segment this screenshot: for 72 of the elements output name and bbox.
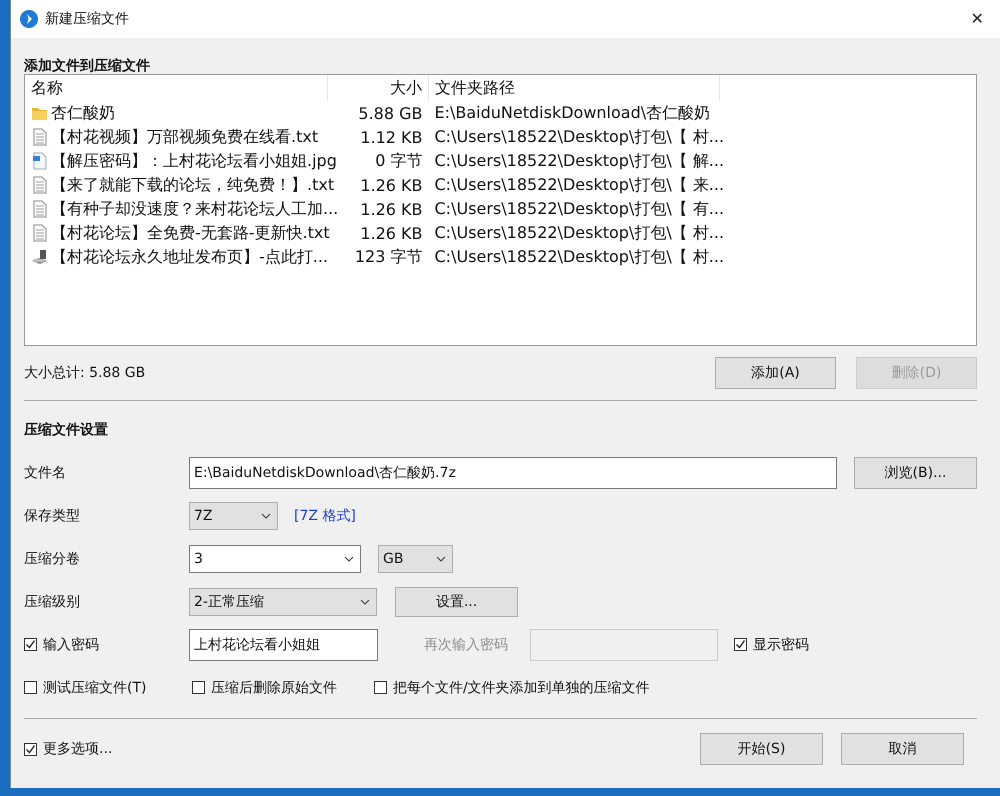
folder-path: C:\Users\18522\Desktop\打包\【 解... [434, 150, 724, 170]
checkbox-label[interactable]: 显示密码 [753, 636, 809, 654]
folder-path: C:\Users\18522\Desktop\打包\【 有... [434, 198, 724, 218]
settings-button[interactable]: 设置... [395, 586, 518, 616]
file-size: 1.12 KB [360, 128, 422, 146]
checkbox[interactable] [24, 681, 37, 694]
file-name[interactable]: 【来了就能下载的论坛，纯免费！】.txt [51, 174, 334, 196]
chevron-down-icon [360, 598, 370, 604]
filename-field[interactable]: E:\BaiduNetdiskDownload\杏仁酸奶.7z [189, 456, 837, 488]
file-name[interactable]: 【有种子却没速度？来村花论坛人工加... [51, 198, 338, 220]
checkbox[interactable] [734, 638, 747, 651]
checkbox-label[interactable]: 压缩后删除原始文件 [211, 678, 337, 696]
field-label: 保存类型 [24, 506, 81, 524]
check-icon [25, 744, 36, 754]
field-label: 压缩分卷 [24, 550, 81, 568]
document-icon [31, 128, 48, 146]
column-header[interactable]: 大小 [328, 75, 428, 101]
checkbox-label[interactable]: 更多选项... [43, 740, 112, 758]
checkbox-label[interactable]: 输入密码 [43, 636, 99, 654]
check-icon [735, 639, 746, 650]
folder-path: C:\Users\18522\Desktop\打包\【 村... [434, 246, 724, 266]
file-size: 1.26 KB [360, 200, 422, 218]
folder-path: C:\Users\18522\Desktop\打包\【 来... [434, 174, 724, 194]
close-button[interactable]: ✕ [954, 0, 1000, 38]
file-name[interactable]: 【村花论坛】全免费-无套路-更新快.txt [51, 222, 330, 244]
password-field[interactable]: 上村花论坛看小姐姐 [189, 628, 378, 660]
add-button[interactable]: 添加(A) [715, 357, 836, 389]
column-header[interactable]: 文件夹路径 [428, 75, 720, 101]
cancel-button[interactable]: 取消 [841, 733, 964, 765]
file-size: 5.88 GB [358, 104, 422, 122]
field-label: 压缩级别 [24, 592, 81, 610]
drive-icon [31, 248, 48, 266]
dropdown[interactable]: 7Z [189, 502, 278, 530]
file-name[interactable]: 【解压密码】：上村花论坛看小姐姐.jpg [51, 150, 337, 172]
section-title: 添加文件到压缩文件 [24, 57, 151, 74]
check-icon [25, 639, 36, 650]
dropdown[interactable]: 2-正常压缩 [189, 588, 377, 616]
checkbox[interactable] [374, 681, 387, 694]
document-icon [31, 224, 48, 242]
file-size: 1.26 KB [360, 224, 422, 242]
file-size: 0 字节 [375, 150, 422, 170]
section-title: 压缩文件设置 [24, 421, 109, 440]
file-name[interactable]: 杏仁酸奶 [51, 102, 115, 124]
file-size: 123 字节 [354, 246, 422, 266]
checkbox-label[interactable]: 把每个文件/文件夹添加到单独的压缩文件 [393, 678, 650, 696]
total-size: 大小总计: 5.88 GB [24, 364, 146, 382]
chevron-down-icon [436, 556, 446, 562]
file-name[interactable]: 【村花视频】万部视频免费在线看.txt [51, 126, 318, 148]
chevron-down-icon [344, 556, 354, 562]
file-name[interactable]: 【村花论坛永久地址发布页】-点此打... [51, 246, 328, 268]
checkbox[interactable] [192, 681, 205, 694]
checkbox-label[interactable]: 测试压缩文件(T) [43, 678, 146, 696]
document-icon [31, 200, 48, 218]
start-button[interactable]: 开始(S) [700, 733, 823, 765]
dropdown[interactable]: GB [378, 544, 453, 572]
checkbox[interactable] [24, 742, 37, 756]
folder-path: E:\BaiduNetdiskDownload\杏仁酸奶 [434, 102, 710, 122]
field-label: 再次输入密码 [424, 636, 509, 654]
file-size: 1.26 KB [360, 176, 422, 194]
checkbox[interactable] [24, 638, 37, 651]
browse-button[interactable]: 浏览(B)... [854, 456, 977, 488]
app-logo-icon [20, 10, 38, 28]
image-file-icon [31, 152, 48, 170]
folder-path: C:\Users\18522\Desktop\打包\【 村... [434, 126, 724, 146]
column-header[interactable]: 名称 [25, 75, 328, 101]
document-icon [31, 176, 48, 194]
format-link[interactable]: [7Z 格式] [294, 506, 356, 524]
window-title: 新建压缩文件 [45, 10, 130, 28]
field-label: 文件名 [24, 464, 67, 482]
chevron-down-icon [261, 512, 271, 518]
dropdown[interactable]: 3 [189, 544, 361, 572]
folder-path: C:\Users\18522\Desktop\打包\【 村... [434, 222, 724, 242]
